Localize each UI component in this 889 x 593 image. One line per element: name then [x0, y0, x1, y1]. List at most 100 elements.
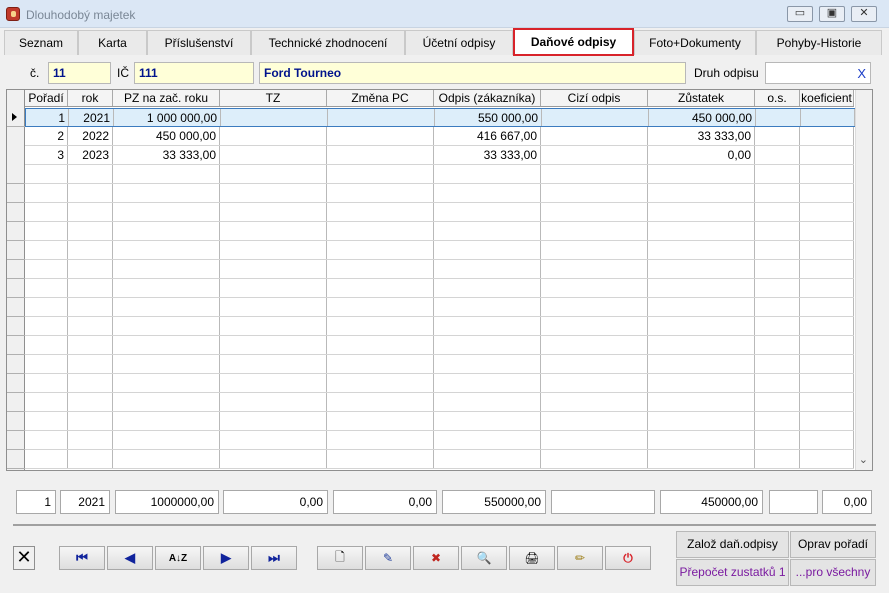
tab-foto-dokumenty[interactable]: Foto+Dokumenty	[634, 30, 756, 55]
empty-cell	[434, 450, 541, 468]
col-os[interactable]: o.s.	[755, 90, 800, 106]
asset-name-field[interactable]: Ford Tourneo	[259, 62, 686, 84]
cell-koeficient	[800, 146, 854, 164]
empty-table-row[interactable]	[25, 203, 854, 222]
empty-table-row[interactable]	[25, 374, 854, 393]
cell-koeficient	[801, 109, 855, 126]
empty-table-row[interactable]	[25, 260, 854, 279]
empty-table-row[interactable]	[25, 165, 854, 184]
row-indicator	[7, 298, 25, 317]
detail-poradi-field[interactable]: 1	[16, 490, 56, 514]
druh-odpisu-field[interactable]: X	[765, 62, 871, 84]
clear-icon[interactable]: X	[857, 66, 866, 81]
scroll-down-icon[interactable]: ⌄	[859, 453, 868, 466]
empty-cell	[220, 317, 327, 335]
empty-cell	[648, 165, 755, 183]
new-document-icon: 🗋	[335, 549, 345, 564]
empty-table-row[interactable]	[25, 336, 854, 355]
empty-table-row[interactable]	[25, 431, 854, 450]
table-row[interactable]: 1 2021 1 000 000,00 550 000,00 450 000,0…	[25, 108, 856, 127]
detail-koeficient-field[interactable]: 0,00	[822, 490, 872, 514]
empty-table-row[interactable]	[25, 222, 854, 241]
tab-technicke-zhodnoceni[interactable]: Technické zhodnocení	[251, 30, 405, 55]
empty-table-row[interactable]	[25, 184, 854, 203]
detail-tz-field[interactable]: 0,00	[223, 490, 328, 514]
table-row[interactable]: 3 2023 33 333,00 33 333,00 0,00	[25, 146, 854, 165]
col-tz[interactable]: TZ	[220, 90, 327, 106]
prev-record-button[interactable]: ◀	[107, 546, 153, 570]
row-indicator	[7, 241, 25, 260]
empty-cell	[648, 412, 755, 430]
col-zmena-pc[interactable]: Změna PC	[327, 90, 434, 106]
empty-table-row[interactable]	[25, 450, 854, 469]
maximize-button[interactable]: ▣	[819, 6, 845, 22]
empty-table-row[interactable]	[25, 279, 854, 298]
empty-table-row[interactable]	[25, 317, 854, 336]
col-odpis[interactable]: Odpis (zákazníka)	[434, 90, 541, 106]
empty-table-row[interactable]	[25, 393, 854, 412]
vertical-scrollbar[interactable]: ⌄	[855, 90, 872, 470]
search-button[interactable]: 🔍	[461, 546, 507, 570]
empty-cell	[434, 222, 541, 240]
tab-danove-odpisy[interactable]: Daňové odpisy	[513, 28, 634, 56]
c-field[interactable]: 11	[48, 62, 111, 84]
col-rok[interactable]: rok	[68, 90, 113, 106]
prepocet-zustatku-button[interactable]: Přepočet zustatků 1	[676, 559, 789, 586]
next-record-button[interactable]: ▶	[203, 546, 249, 570]
druh-odpisu-label: Druh odpisu	[694, 66, 759, 80]
empty-cell	[541, 279, 648, 297]
title-bar: Dlouhodobý majetek ▭ ▣ ✕	[0, 0, 889, 28]
row-indicator	[7, 165, 25, 184]
empty-cell	[755, 317, 800, 335]
detail-zmena-pc-field[interactable]: 0,00	[333, 490, 437, 514]
table-row[interactable]: 2 2022 450 000,00 416 667,00 33 333,00	[25, 127, 854, 146]
empty-cell	[327, 336, 434, 354]
detail-odpis-field[interactable]: 550000,00	[442, 490, 546, 514]
empty-cell	[755, 241, 800, 259]
minimize-icon: ▭	[794, 7, 806, 19]
print-button[interactable]: 🖨	[509, 546, 555, 570]
col-zustatek[interactable]: Zůstatek	[648, 90, 755, 106]
detail-os-field[interactable]	[769, 490, 818, 514]
ic-field[interactable]: 111	[134, 62, 254, 84]
detail-rok-field[interactable]: 2021	[60, 490, 110, 514]
tab-pohyby-historie[interactable]: Pohyby-Historie	[756, 30, 882, 55]
close-form-button[interactable]: ✕	[13, 546, 35, 570]
empty-cell	[541, 203, 648, 221]
delete-record-button[interactable]: ✖	[413, 546, 459, 570]
tab-ucetni-odpisy[interactable]: Účetní odpisy	[405, 30, 513, 55]
empty-cell	[434, 241, 541, 259]
tools-button[interactable]: ✏	[557, 546, 603, 570]
empty-table-row[interactable]	[25, 298, 854, 317]
tab-karta[interactable]: Karta	[78, 30, 147, 55]
col-poradi[interactable]: Pořadí	[25, 90, 68, 106]
col-cizi-odpis[interactable]: Cizí odpis	[541, 90, 648, 106]
minimize-button[interactable]: ▭	[787, 6, 813, 22]
col-pz[interactable]: PZ na zač. roku	[113, 90, 220, 106]
zaloz-danove-odpisy-button[interactable]: Založ daň.odpisy	[676, 531, 789, 558]
last-record-button[interactable]: ⏭	[251, 546, 297, 570]
empty-cell	[113, 165, 220, 183]
empty-cell	[755, 431, 800, 449]
detail-cizi-odpis-field[interactable]	[551, 490, 655, 514]
empty-table-row[interactable]	[25, 241, 854, 260]
ic-label: IČ	[117, 66, 129, 80]
empty-table-row[interactable]	[25, 355, 854, 374]
tab-prislusenstvi[interactable]: Příslušenství	[147, 30, 251, 55]
first-icon: ⏮	[76, 550, 88, 565]
col-koeficient[interactable]: koeficient	[800, 90, 854, 106]
close-window-button[interactable]: ✕	[851, 6, 877, 22]
tab-seznam[interactable]: Seznam	[4, 30, 78, 55]
empty-table-row[interactable]	[25, 412, 854, 431]
first-record-button[interactable]: ⏮	[59, 546, 105, 570]
detail-zustatek-field[interactable]: 450000,00	[660, 490, 763, 514]
detail-pz-field[interactable]: 1000000,00	[115, 490, 219, 514]
sort-button[interactable]: A↓Z	[155, 546, 201, 570]
exit-button[interactable]: ⏻	[605, 546, 651, 570]
table-header: Pořadí rok PZ na zač. roku TZ Změna PC O…	[25, 90, 854, 107]
new-record-button[interactable]: 🗋	[317, 546, 363, 570]
empty-cell	[220, 260, 327, 278]
oprav-poradi-button[interactable]: Oprav pořadí	[790, 531, 876, 558]
edit-record-button[interactable]: ✎	[365, 546, 411, 570]
pro-vsechny-button[interactable]: ...pro všechny	[790, 559, 876, 586]
